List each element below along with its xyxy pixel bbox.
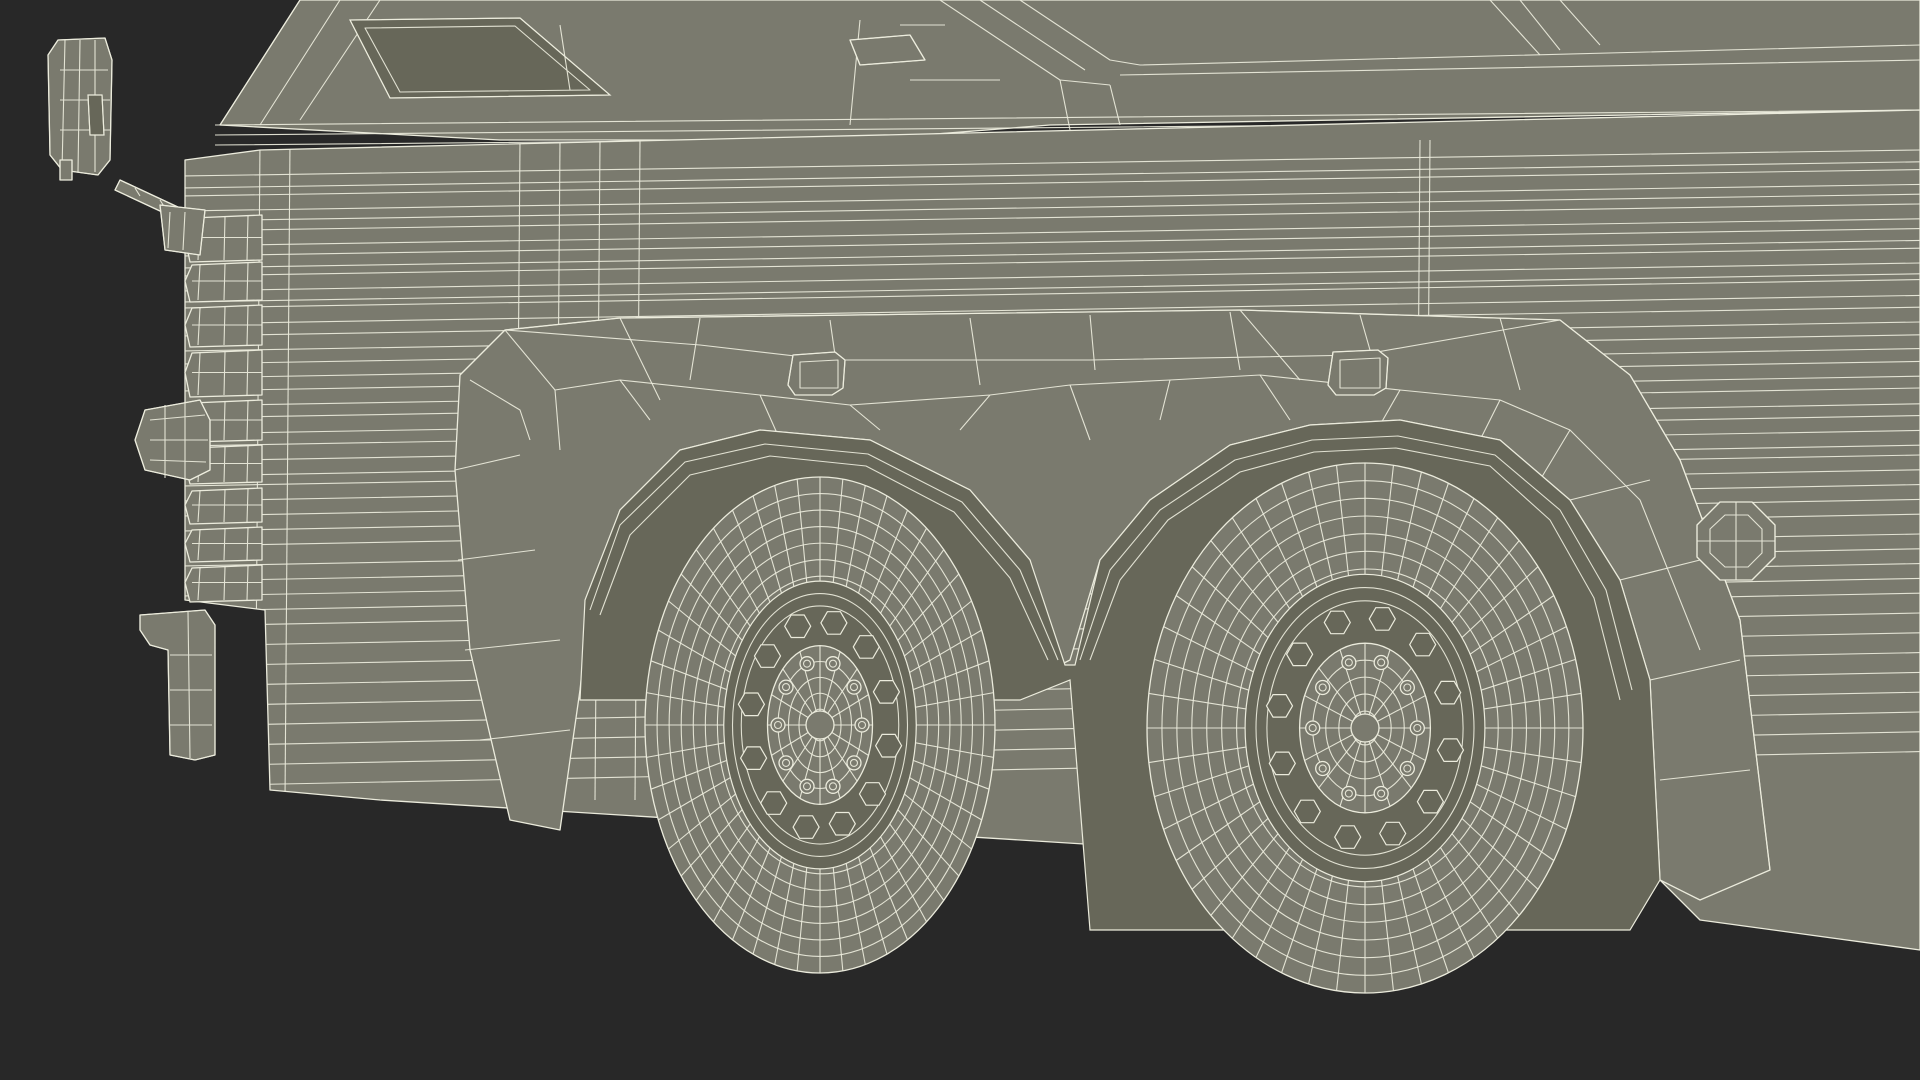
lug-nut [778, 679, 794, 695]
side-mirror [47, 37, 206, 256]
lug-nut [799, 778, 815, 794]
grill-segment [184, 526, 263, 563]
rim-pocket [1293, 799, 1321, 824]
lug-nut [778, 755, 794, 771]
rim-pocket [874, 733, 903, 758]
grill-segment [184, 304, 263, 348]
rim-pocket [1268, 751, 1296, 776]
rim-pocket [1436, 738, 1465, 763]
lug-nut [1373, 654, 1389, 671]
rim-pocket [760, 791, 788, 815]
rear-wheel [1146, 462, 1584, 994]
marker-light-front [787, 351, 846, 396]
front-wheel [644, 476, 996, 974]
rim-pocket [858, 782, 887, 806]
rim-pocket [872, 679, 901, 704]
lug-nut [1409, 720, 1425, 736]
rim-pocket [820, 611, 848, 635]
lug-nut [1305, 720, 1321, 736]
rim-pocket [1434, 680, 1462, 705]
lug-nut [770, 717, 786, 733]
grill-segment [184, 261, 263, 303]
lug-nut [854, 717, 870, 733]
grill-segment [184, 349, 263, 398]
lug-nut [1315, 679, 1331, 696]
rim-pocket [1323, 610, 1351, 635]
rim-pocket [1368, 607, 1396, 631]
rim-pocket [1285, 642, 1314, 667]
lug-nut [825, 656, 841, 672]
lug-nut [1399, 679, 1415, 696]
rim-pocket [828, 811, 856, 836]
lug-nut [825, 778, 841, 794]
render-viewport [0, 0, 1920, 1080]
rim-pocket [753, 644, 782, 668]
rim-pocket [739, 746, 768, 771]
grill-segment [184, 487, 263, 525]
lug-nut [799, 656, 815, 672]
rim-pocket [737, 692, 766, 717]
rim-pocket [784, 614, 812, 639]
lug-nut [1315, 760, 1331, 777]
rim-pocket [792, 815, 820, 839]
fuel-cap [1696, 501, 1776, 581]
lug-nut [846, 679, 862, 695]
lug-nut [1341, 654, 1357, 671]
rim-pocket [852, 635, 880, 659]
vehicle-render [47, 0, 1920, 994]
rim-pocket [1379, 821, 1407, 846]
grill-segment [184, 564, 263, 603]
lug-nut [846, 755, 862, 771]
rim-pocket [1416, 789, 1445, 814]
rim-pocket [1409, 632, 1437, 657]
marker-light-rear [1327, 349, 1389, 396]
lug-nut [1341, 785, 1357, 802]
rim-pocket [1265, 693, 1294, 718]
lug-nut [1373, 785, 1389, 802]
rim-pocket [1334, 825, 1362, 849]
lug-nut [1399, 760, 1415, 777]
